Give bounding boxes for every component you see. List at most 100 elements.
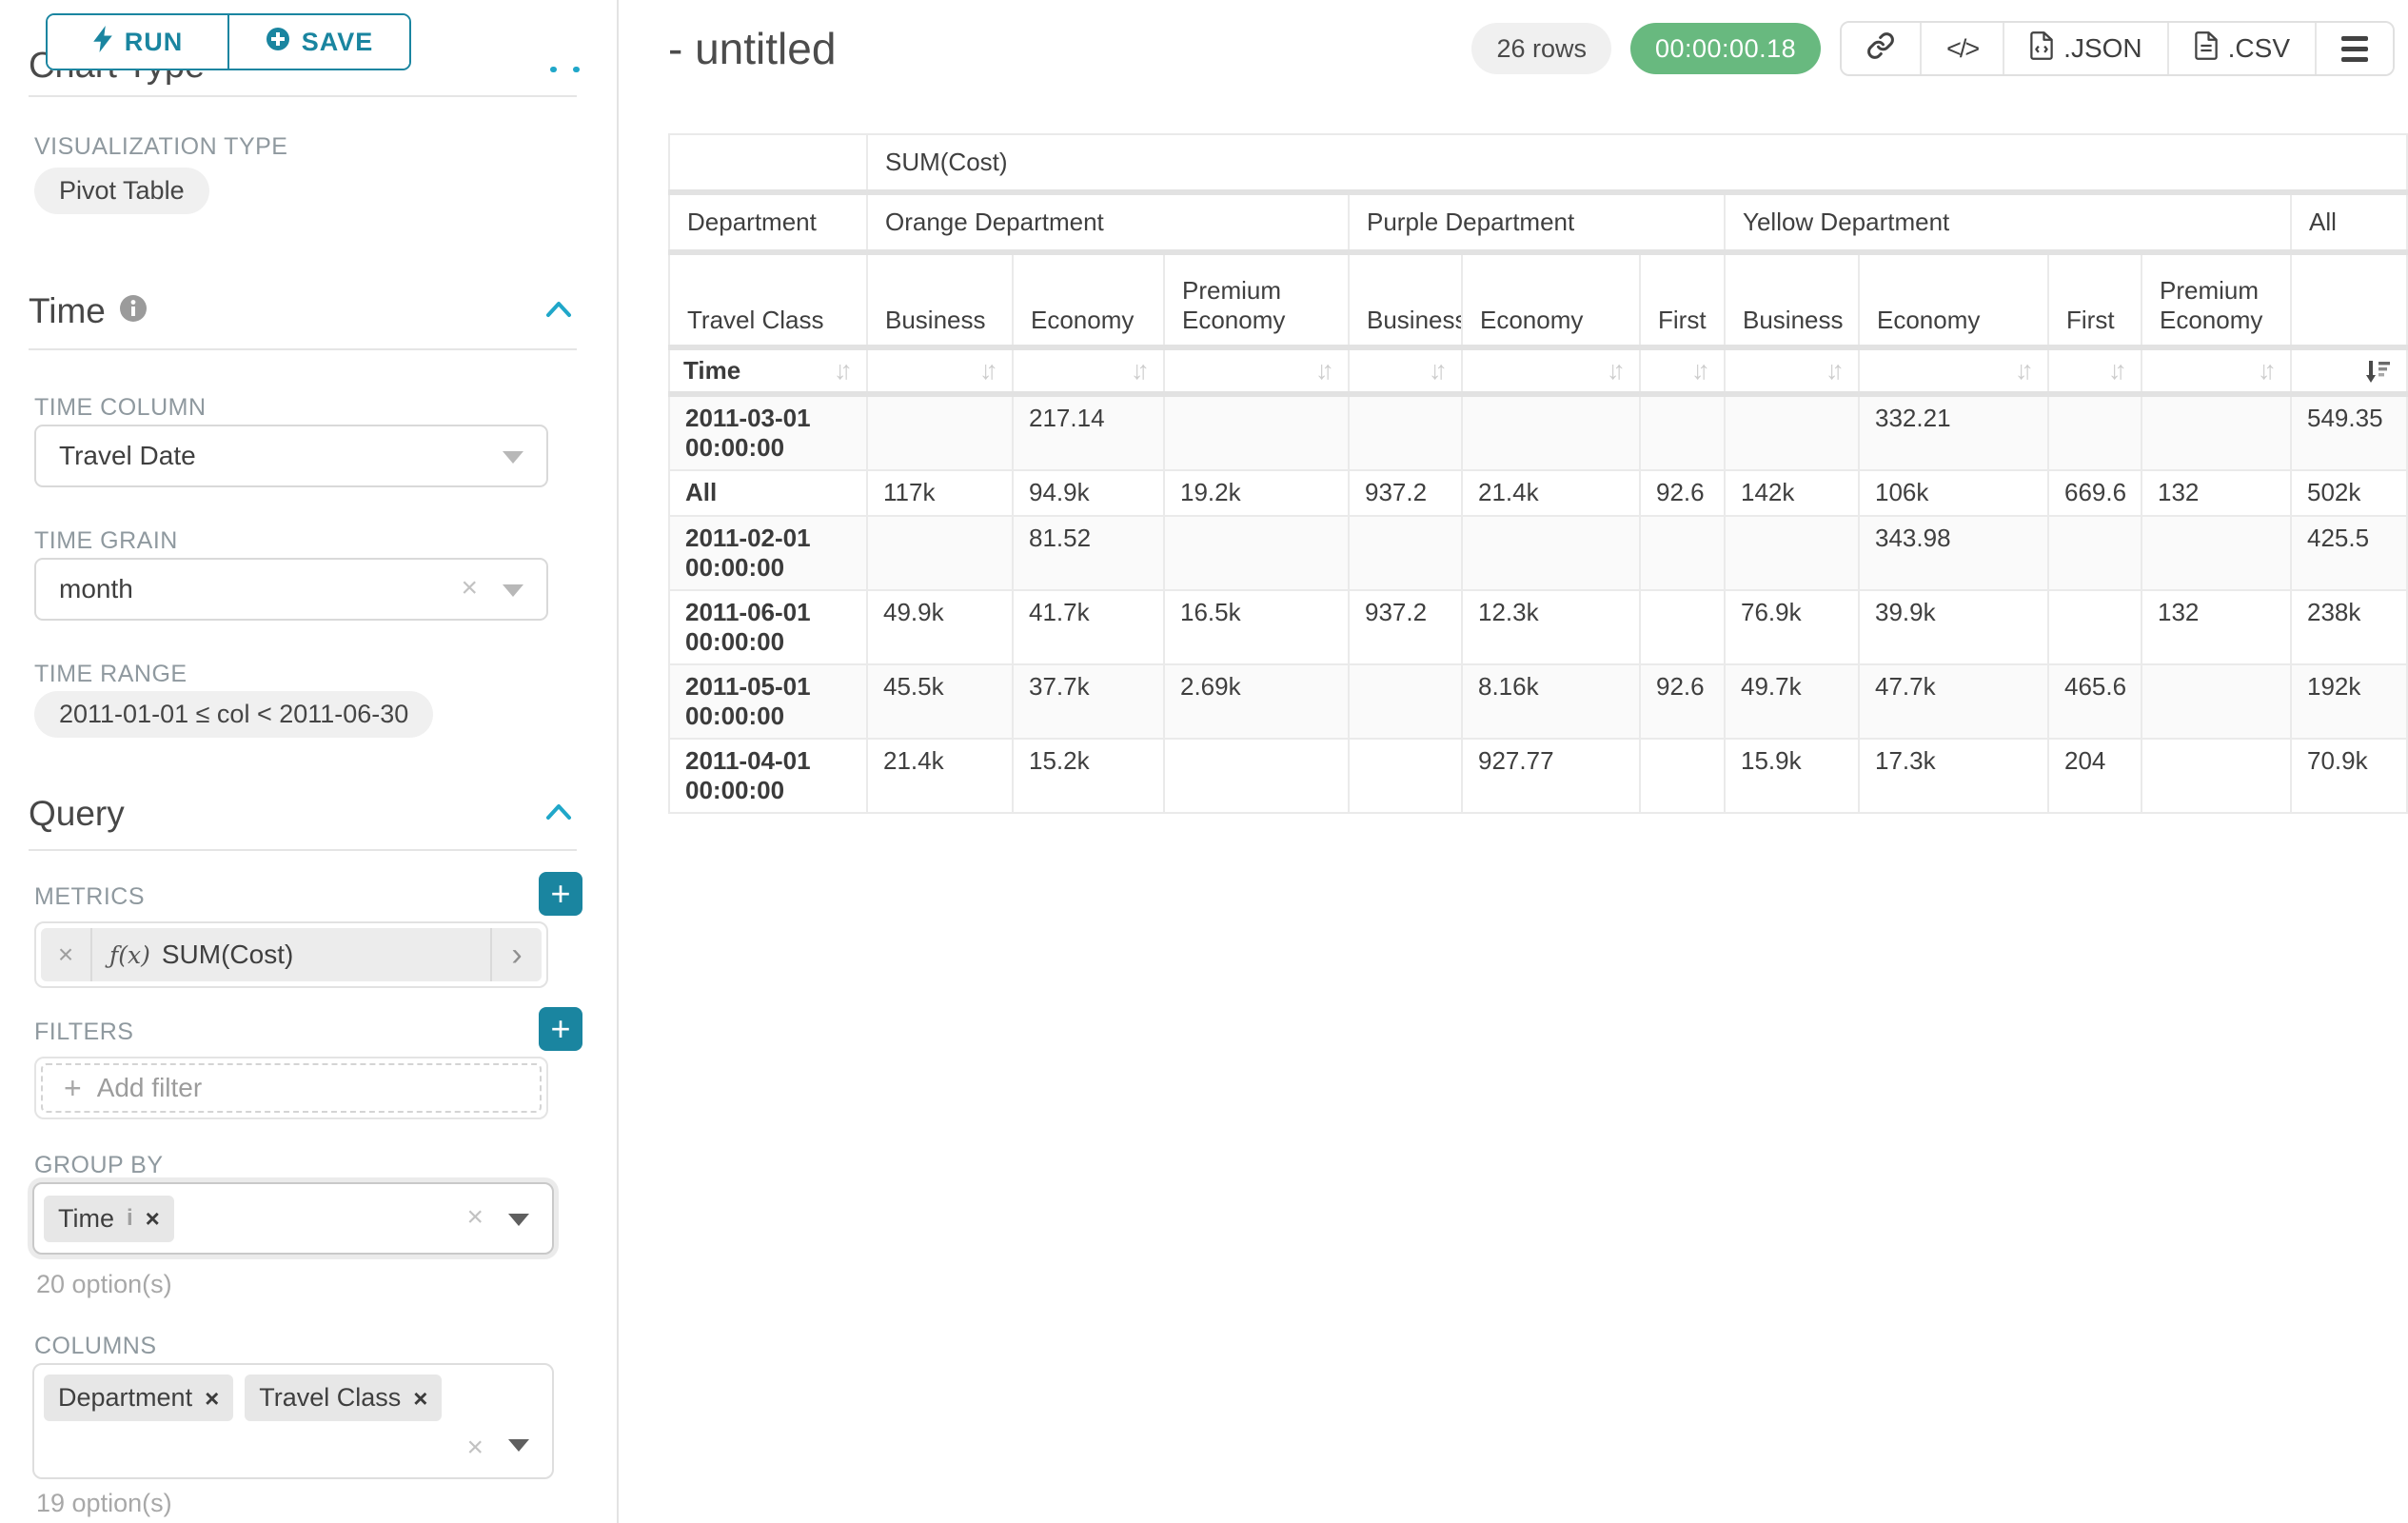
chart-panel: - untitled 26 rows 00:00:00.18 </> .JSON [621, 0, 2408, 1523]
fx-icon: ƒ(x) [109, 941, 150, 969]
code-icon: </> [1946, 34, 1978, 64]
pivot-cell: 117k [867, 470, 1013, 516]
more-options-button[interactable] [2315, 23, 2393, 74]
time-range-label: TIME RANGE [34, 661, 188, 688]
section-divider [29, 849, 577, 851]
pivot-cell: 425.5 [2291, 516, 2407, 590]
pivot-cell: 17.3k [1859, 739, 2048, 813]
export-csv-button[interactable]: .CSV [2167, 23, 2315, 74]
menu-icon [2341, 36, 2368, 62]
pivot-sort-header: ↓↑ [1013, 347, 1164, 394]
save-button[interactable]: SAVE [227, 15, 409, 69]
collapse-query-chevron-icon[interactable] [544, 801, 573, 827]
sort-icon[interactable]: ↓↑ [1315, 356, 1334, 386]
sort-icon[interactable]: ↓↑ [1131, 356, 1150, 386]
metrics-label: METRICS [34, 883, 145, 911]
remove-chip-icon[interactable]: × [413, 1386, 427, 1411]
filters-label: FILTERS [34, 1019, 133, 1046]
pivot-data-row: All117k94.9k19.2k937.221.4k92.6142k106k6… [669, 470, 2407, 516]
collapse-time-chevron-icon[interactable] [544, 299, 573, 325]
run-button[interactable]: RUN [48, 15, 227, 69]
pivot-cell: 238k [2291, 590, 2407, 664]
remove-metric-icon[interactable]: × [41, 928, 92, 981]
chart-header: - untitled 26 rows 00:00:00.18 </> .JSON [668, 21, 2395, 76]
remove-chip-icon[interactable]: × [146, 1206, 160, 1231]
pivot-cell: 12.3k [1462, 590, 1640, 664]
add-filter-plus-button[interactable]: + [539, 1007, 582, 1051]
add-metric-button[interactable]: + [539, 872, 582, 916]
pivot-cell [1640, 394, 1725, 470]
info-icon [119, 291, 148, 331]
pivot-cell [2142, 739, 2291, 813]
viz-type-value[interactable]: Pivot Table [34, 168, 209, 214]
columns-select[interactable]: Department × Travel Class × × [32, 1363, 554, 1479]
pivot-cell: 49.7k [1725, 664, 1859, 739]
group-by-select[interactable]: Time i × × [32, 1182, 554, 1255]
pivot-cell [1725, 516, 1859, 590]
time-column-select[interactable]: Travel Date [34, 425, 548, 487]
sort-desc-icon[interactable] [2366, 358, 2393, 385]
pivot-cell [1725, 394, 1859, 470]
sort-icon[interactable]: ↓↑ [2108, 356, 2127, 386]
sort-icon[interactable]: ↓↑ [1691, 356, 1710, 386]
pivot-sort-header: ↓↑ [1349, 347, 1462, 394]
view-query-button[interactable]: </> [1920, 23, 2003, 74]
sort-icon[interactable]: ↓↑ [979, 356, 998, 386]
info-icon: i [127, 1207, 133, 1230]
pivot-data-row: 2011-06-01 00:00:0049.9k41.7k16.5k937.21… [669, 590, 2407, 664]
pivot-cell [1164, 739, 1349, 813]
sort-icon[interactable]: ↓↑ [1429, 356, 1448, 386]
pivot-cell [2048, 394, 2142, 470]
export-button-group: </> .JSON .CSV [1840, 21, 2395, 76]
pivot-cell [1349, 394, 1462, 470]
pivot-cell: 937.2 [1349, 470, 1462, 516]
pivot-cell [2142, 516, 2291, 590]
pivot-column-header: Economy [1013, 252, 1164, 347]
plus-icon: + [64, 1073, 82, 1103]
link-icon [1866, 31, 1895, 67]
bolt-icon [92, 26, 113, 59]
sort-icon[interactable]: ↓↑ [2015, 356, 2034, 386]
export-json-button[interactable]: .JSON [2003, 23, 2166, 74]
pivot-row-label: 2011-03-01 00:00:00 [669, 394, 867, 470]
metric-pill[interactable]: × ƒ(x) SUM(Cost) › [41, 928, 542, 981]
clear-icon[interactable]: × [461, 574, 478, 603]
pivot-cell: 16.5k [1164, 590, 1349, 664]
clear-icon[interactable]: × [466, 1434, 484, 1462]
columns-chip-travel-class[interactable]: Travel Class × [245, 1375, 442, 1421]
section-divider [29, 95, 577, 97]
sort-icon[interactable]: ↓↑ [1607, 356, 1626, 386]
pivot-cell: 92.6 [1640, 470, 1725, 516]
pivot-sort-header: ↓↑ [1462, 347, 1640, 394]
remove-chip-icon[interactable]: × [205, 1386, 219, 1411]
pivot-cell: 76.9k [1725, 590, 1859, 664]
pivot-cell: 142k [1725, 470, 1859, 516]
caret-down-icon [508, 1439, 529, 1452]
pivot-cell: 39.9k [1859, 590, 2048, 664]
pivot-sort-header: ↓↑ [2142, 347, 2291, 394]
pivot-data-row: 2011-05-01 00:00:0045.5k37.7k2.69k8.16k9… [669, 664, 2407, 739]
pivot-cell: 81.52 [1013, 516, 1164, 590]
control-panel: Chart Type RUN SAVE VISUALIZATION TYPE P… [0, 0, 619, 1523]
time-range-value[interactable]: 2011-01-01 ≤ col < 2011-06-30 [34, 691, 433, 738]
sort-icon[interactable]: ↓↑ [1826, 356, 1845, 386]
expand-metric-chevron-icon[interactable]: › [490, 928, 542, 981]
pivot-cell [2142, 394, 2291, 470]
pivot-cell: 21.4k [1462, 470, 1640, 516]
copy-link-button[interactable] [1842, 23, 1920, 74]
viz-type-label: VISUALIZATION TYPE [34, 133, 287, 161]
add-filter-dropzone[interactable]: + Add filter [41, 1063, 542, 1113]
group-by-chip-time[interactable]: Time i × [44, 1196, 174, 1242]
columns-chip-department[interactable]: Department × [44, 1375, 233, 1421]
clear-icon[interactable]: × [466, 1203, 484, 1232]
time-grain-select[interactable]: month × [34, 558, 548, 621]
pivot-cell: 94.9k [1013, 470, 1164, 516]
sort-icon[interactable]: ↓↑ [2258, 356, 2277, 386]
pivot-cell: 927.77 [1462, 739, 1640, 813]
sort-icon[interactable]: ↓↑ [834, 356, 853, 386]
chart-title[interactable]: - untitled [668, 23, 836, 74]
pivot-cell [1164, 516, 1349, 590]
pivot-cell: 204 [2048, 739, 2142, 813]
pivot-sort-header: ↓↑ [1164, 347, 1349, 394]
section-divider [29, 348, 577, 350]
